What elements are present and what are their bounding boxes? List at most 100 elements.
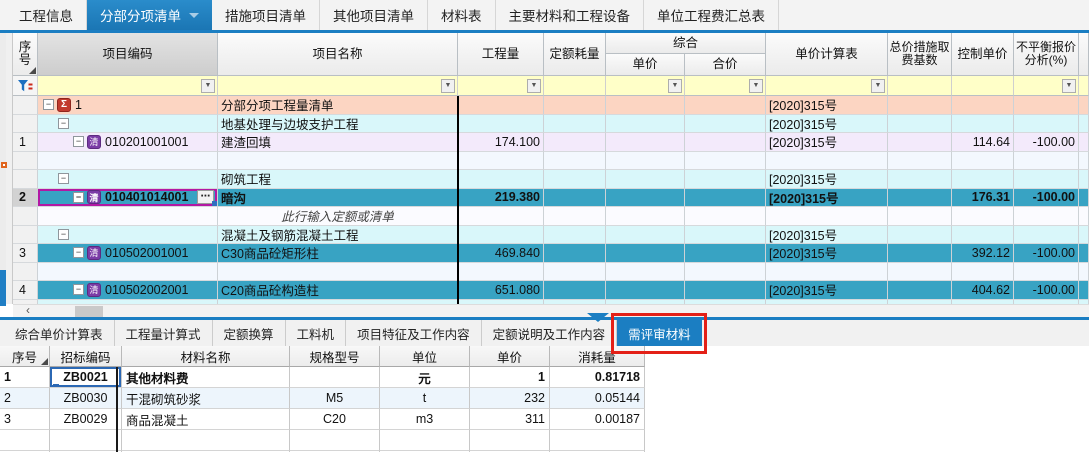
- collapse-icon[interactable]: −: [58, 118, 69, 129]
- price-calc-cell: [2020]315号: [766, 244, 888, 263]
- item-name-cell: C30商品砼矩形柱: [218, 244, 458, 263]
- col-seq[interactable]: 序号: [13, 33, 38, 76]
- price-calc-cell: [2020]315号: [766, 170, 888, 189]
- filter-item-code[interactable]: ▼: [38, 76, 218, 96]
- tab-label: 分部分项清单: [100, 5, 181, 25]
- filter-quantity[interactable]: ▼: [458, 76, 544, 96]
- material-row[interactable]: 2 ZB0030 干混砌筑砂浆 M5 t 232 0.05144: [0, 388, 645, 409]
- col-total-price[interactable]: 合价: [685, 54, 766, 76]
- horizontal-scrollbar[interactable]: ‹: [13, 304, 1089, 317]
- table-row[interactable]: − 混凝土及钢筋混凝土工程 [2020]315号: [13, 226, 1089, 245]
- col-material-name[interactable]: 材料名称: [122, 346, 290, 367]
- material-row[interactable]: 1 ZB0021 其他材料费 元 1 0.81718: [0, 367, 645, 388]
- col-item-code[interactable]: 项目编码: [38, 33, 218, 76]
- tab-labor-material-machine[interactable]: 工料机: [286, 320, 347, 346]
- filter-quota-usage[interactable]: [544, 76, 606, 96]
- tab-overflow-icon[interactable]: [587, 313, 609, 322]
- filter-price-calc[interactable]: ▼: [766, 76, 888, 96]
- col-composite-group[interactable]: 综合: [606, 33, 766, 54]
- chevron-down-icon[interactable]: [189, 13, 199, 18]
- item-code-cell-selected[interactable]: −清010401014001⋯: [38, 189, 218, 208]
- dropdown-icon[interactable]: ▼: [668, 79, 682, 93]
- dropdown-icon[interactable]: ▼: [201, 79, 215, 93]
- table-row[interactable]: −Σ1 分部分项工程量清单 [2020]315号: [13, 96, 1089, 115]
- price-calc-cell: [2020]315号: [766, 189, 888, 208]
- filter-fee-base[interactable]: [888, 76, 952, 96]
- col-imbalance-analysis[interactable]: 不平衡报价分析(%): [1014, 33, 1079, 76]
- table-row[interactable]: − 砌筑工程 [2020]315号: [13, 170, 1089, 189]
- col-item-name[interactable]: 项目名称: [218, 33, 458, 76]
- tab-quota-description[interactable]: 定额说明及工作内容: [482, 320, 618, 346]
- table-row[interactable]: [13, 263, 1089, 282]
- col-seq[interactable]: 序号: [0, 346, 50, 367]
- price-calc-cell: [2020]315号: [766, 115, 888, 134]
- item-code-cell: −: [38, 226, 218, 245]
- filter-row: ▼ ▼ ▼ ▼ ▼ ▼ ▼: [13, 76, 1089, 96]
- col-quantity[interactable]: 工程量: [458, 33, 544, 76]
- material-row[interactable]: 3 ZB0029 商品混凝土 C20 m3 311 0.00187: [0, 409, 645, 430]
- col-spec-model[interactable]: 规格型号: [290, 346, 380, 367]
- tab-main-materials-equipment[interactable]: 主要材料和工程设备: [496, 0, 645, 30]
- tab-label: 单位工程费汇总表: [657, 5, 765, 25]
- dropdown-icon[interactable]: ▼: [871, 79, 885, 93]
- tab-subitem-list[interactable]: 分部分项清单: [87, 0, 212, 30]
- dropdown-icon[interactable]: ▼: [1062, 79, 1076, 93]
- table-row[interactable]: 4 −清010502002001 C20商品砼构造柱 651.080 [2020…: [13, 281, 1089, 300]
- filter-imbalance[interactable]: ▼: [1014, 76, 1079, 96]
- tab-other-list[interactable]: 其他项目清单: [320, 0, 428, 30]
- tab-review-materials[interactable]: 需评审材料: [617, 320, 702, 346]
- collapse-icon[interactable]: −: [73, 136, 84, 147]
- table-row[interactable]: − 地基处理与边坡支护工程 [2020]315号: [13, 115, 1089, 134]
- col-usage[interactable]: 消耗量: [550, 346, 645, 367]
- collapse-icon[interactable]: −: [73, 284, 84, 295]
- table-row-selected[interactable]: 2 −清010401014001⋯ 暗沟 219.380 [2020]315号 …: [13, 189, 1089, 208]
- main-table: 序号 项目编码 项目名称 工程量 定额耗量 综合 单价 合价 单价计算表 总价措…: [13, 33, 1089, 304]
- col-unit[interactable]: 单位: [380, 346, 470, 367]
- filter-funnel-cell[interactable]: [13, 76, 38, 96]
- col-filler: [1079, 33, 1089, 76]
- review-materials-table: 序号 招标编码 材料名称 规格型号 单位 单价 消耗量 1 ZB0021 其他材…: [0, 346, 645, 452]
- horizontal-scrollbar-thumb[interactable]: [75, 306, 103, 317]
- tab-project-info[interactable]: 工程信息: [6, 0, 87, 30]
- item-name-cell: 暗沟: [218, 189, 458, 208]
- dropdown-icon[interactable]: ▼: [527, 79, 541, 93]
- collapse-icon[interactable]: −: [73, 192, 84, 203]
- price-calc-cell: [2020]315号: [766, 133, 888, 152]
- table-row[interactable]: 3 −清010502001001 C30商品砼矩形柱 469.840 [2020…: [13, 244, 1089, 263]
- hint-cell: 此行输入定额或清单: [218, 207, 458, 226]
- filter-unit-price[interactable]: ▼: [606, 76, 685, 96]
- tab-measure-list[interactable]: 措施项目清单: [212, 0, 320, 30]
- col-unit-price[interactable]: 单价: [606, 54, 685, 76]
- collapse-icon[interactable]: −: [73, 247, 84, 258]
- top-tab-bar: 工程信息 分部分项清单 措施项目清单 其他项目清单 材料表 主要材料和工程设备 …: [0, 0, 1089, 30]
- tab-quota-conversion[interactable]: 定额换算: [213, 320, 286, 346]
- collapse-icon[interactable]: −: [43, 99, 54, 110]
- table-row[interactable]: [13, 152, 1089, 171]
- tab-unit-cost-summary[interactable]: 单位工程费汇总表: [644, 0, 779, 30]
- dropdown-icon[interactable]: ▼: [441, 79, 455, 93]
- material-row-empty[interactable]: [0, 430, 645, 451]
- tab-item-features[interactable]: 项目特征及工作内容: [346, 320, 482, 346]
- filter-item-name[interactable]: ▼: [218, 76, 458, 96]
- collapse-icon[interactable]: −: [58, 229, 69, 240]
- tab-material-table[interactable]: 材料表: [428, 0, 496, 30]
- col-bid-code[interactable]: 招标编码: [50, 346, 122, 367]
- col-control-price[interactable]: 控制单价: [952, 33, 1014, 76]
- item-name-cell: C20商品砼构造柱: [218, 281, 458, 300]
- filter-total-price[interactable]: ▼: [685, 76, 766, 96]
- more-button[interactable]: ⋯: [197, 190, 214, 204]
- collapse-icon[interactable]: −: [58, 173, 69, 184]
- item-name-cell: 建渣回填: [218, 133, 458, 152]
- col-measure-fee-base[interactable]: 总价措施取费基数: [888, 33, 952, 76]
- table-row[interactable]: 1 −清010201001001 建渣回填 174.100 [2020]315号…: [13, 133, 1089, 152]
- col-price-calc-table[interactable]: 单价计算表: [766, 33, 888, 76]
- selected-cell[interactable]: ZB0021: [50, 367, 122, 388]
- dropdown-icon[interactable]: ▼: [749, 79, 763, 93]
- col-unit-price[interactable]: 单价: [470, 346, 550, 367]
- col-quota-usage[interactable]: 定额耗量: [544, 33, 606, 76]
- tab-quantity-formula[interactable]: 工程量计算式: [115, 320, 213, 346]
- tab-unit-price-calc[interactable]: 综合单价计算表: [4, 320, 115, 346]
- filter-control-price[interactable]: [952, 76, 1014, 96]
- item-code-cell: −Σ1: [38, 96, 218, 115]
- table-row-hint[interactable]: 此行输入定额或清单: [13, 207, 1089, 226]
